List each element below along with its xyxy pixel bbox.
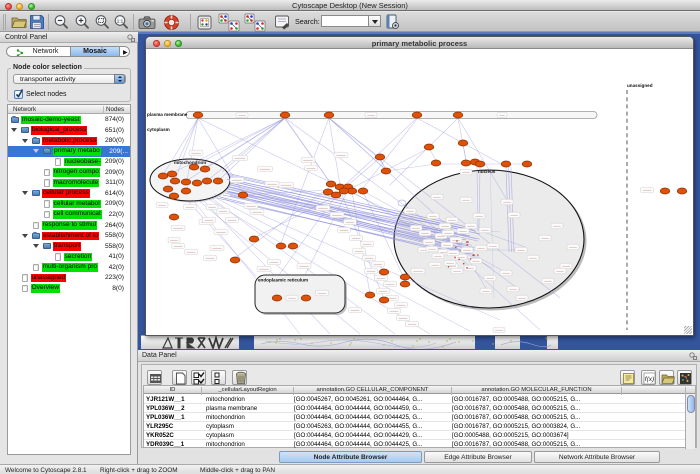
svg-text:f(x): f(x) — [644, 376, 653, 383]
svg-text:endoplasmic reticulum: endoplasmic reticulum — [258, 278, 308, 283]
svg-text:cytoplasm: cytoplasm — [147, 127, 170, 132]
svg-text:1:1: 1:1 — [117, 18, 124, 23]
svg-text:nucleus: nucleus — [478, 169, 496, 174]
svg-text:plasma membrane: plasma membrane — [147, 112, 188, 117]
svg-text:unassigned: unassigned — [627, 83, 653, 88]
